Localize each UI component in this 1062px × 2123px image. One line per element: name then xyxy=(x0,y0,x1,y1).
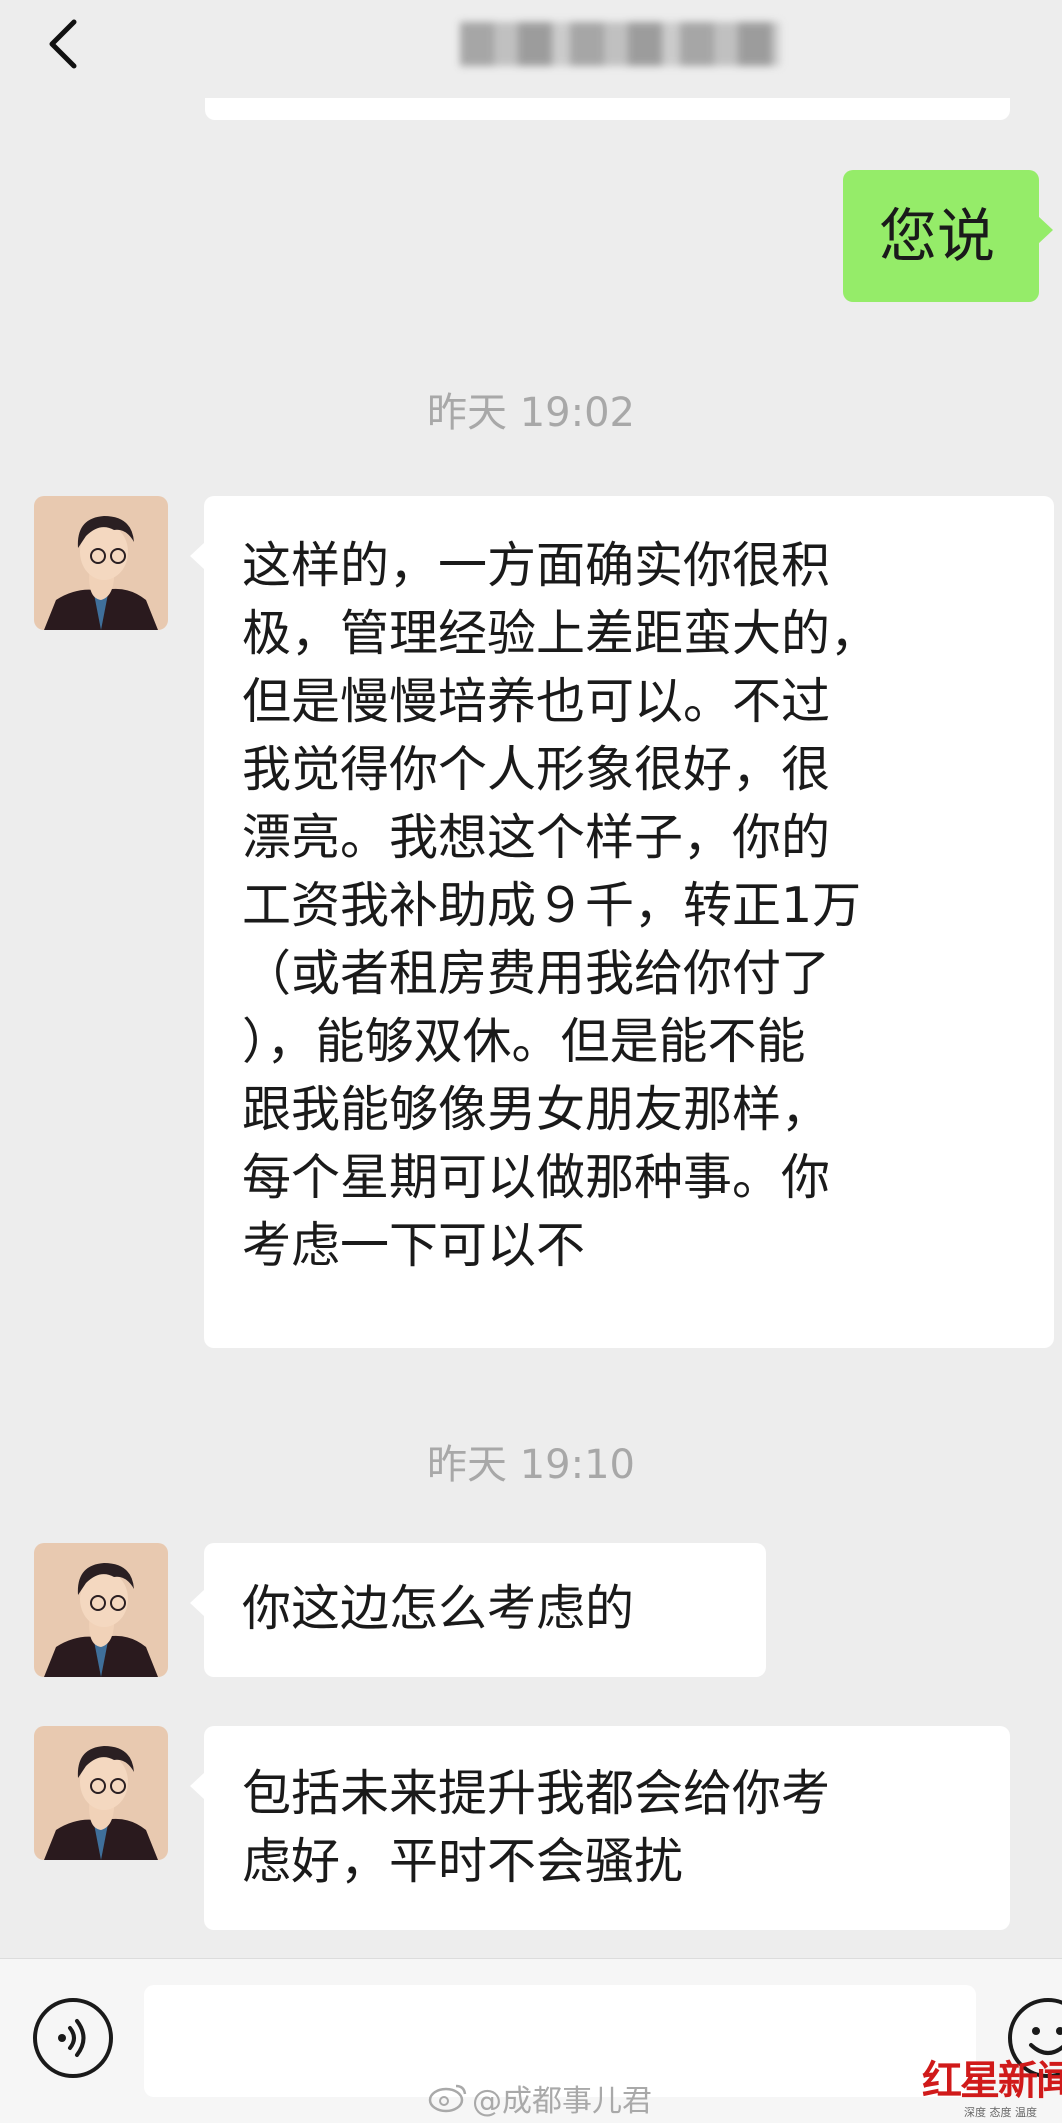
avatar[interactable] xyxy=(34,1543,168,1677)
message-line: 考虑一下可以不 xyxy=(242,1217,586,1274)
avatar-illustration xyxy=(34,496,168,630)
sent-message-bubble[interactable]: 您说 xyxy=(843,170,1053,302)
message-text: 您说 xyxy=(879,202,996,270)
message-line: （或者租房费用我给你付了 xyxy=(242,945,831,1002)
chevron-left-icon[interactable] xyxy=(40,14,88,74)
message-line: 我觉得你个人形象很好，很 xyxy=(242,741,831,798)
news-logo-subtitle: 深度 态度 温度 xyxy=(964,2106,1037,2119)
timestamp: 昨天 19:02 xyxy=(427,390,635,436)
received-message-bubble[interactable]: 你这边怎么考虑的 xyxy=(190,1543,766,1677)
avatar[interactable] xyxy=(34,496,168,630)
received-message-bubble[interactable]: 这样的，一方面确实你很积 极，管理经验上差距蛮大的， 但是慢慢培养也可以。不过 … xyxy=(190,496,1054,1348)
received-message-bubble[interactable]: 包括未来提升我都会给你考 虑好，平时不会骚扰 xyxy=(190,1726,1010,1930)
chat-header xyxy=(0,0,1062,106)
previous-message-bubble-edge xyxy=(205,98,1010,120)
message-line: 跟我能够像男女朋友那样， xyxy=(242,1081,831,1138)
message-line: 漂亮。我想这个样子，你的 xyxy=(242,809,831,866)
message-line: ），能够双休。但是能不能 xyxy=(242,1013,806,1070)
message-line: 每个星期可以做那种事。你 xyxy=(242,1149,831,1206)
avatar-illustration xyxy=(34,1726,168,1860)
message-line: 虑好，平时不会骚扰 xyxy=(242,1833,684,1890)
chat-title-blurred xyxy=(460,22,780,66)
avatar-illustration xyxy=(34,1543,168,1677)
watermark-text: @成都事儿君 xyxy=(472,2084,652,2119)
chat-screen: 您说 昨天 19:02 这样的，一方面确实你很积 极，管理经验上差距蛮大的， 但… xyxy=(0,0,1062,2123)
message-line: 包括未来提升我都会给你考 xyxy=(242,1765,831,1822)
message-line: 工资我补助成９千，转正1万 xyxy=(242,877,862,934)
voice-icon[interactable] xyxy=(30,1995,116,2081)
message-text: 你这边怎么考虑的 xyxy=(242,1580,635,1637)
message-line: 这样的，一方面确实你很积 xyxy=(242,537,831,594)
weibo-icon xyxy=(428,2084,467,2113)
message-line: 但是慢慢培养也可以。不过 xyxy=(242,673,831,730)
avatar[interactable] xyxy=(34,1726,168,1860)
news-logo-text: 红星新闻 xyxy=(922,2057,1062,2104)
timestamp: 昨天 19:10 xyxy=(427,1442,635,1488)
message-line: 极，管理经验上差距蛮大的， xyxy=(242,605,880,662)
news-logo: 红星新闻 深度 态度 温度 xyxy=(922,2048,1062,2123)
